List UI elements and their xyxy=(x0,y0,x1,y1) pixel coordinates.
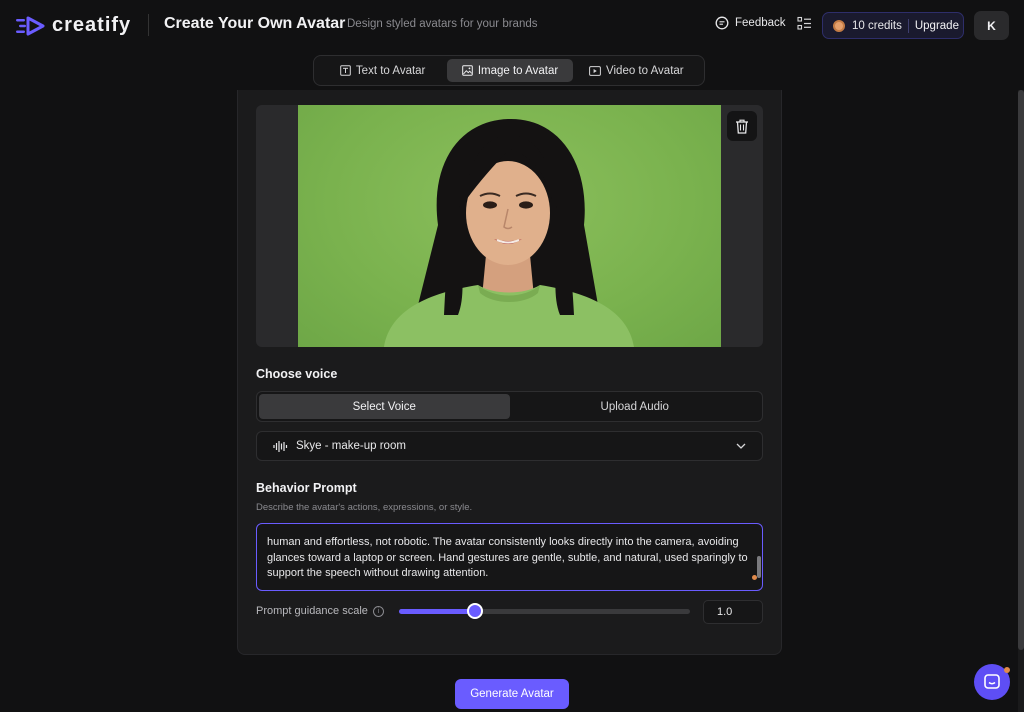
notification-dot xyxy=(1004,667,1010,673)
slider-fill xyxy=(399,609,475,614)
credits-box: 10 credits Upgrade xyxy=(822,12,964,39)
generate-avatar-button[interactable]: Generate Avatar xyxy=(455,679,569,709)
chat-icon xyxy=(984,674,1000,689)
credits-divider xyxy=(907,18,909,33)
avatar-photo xyxy=(298,105,721,347)
logo-text: creatify xyxy=(52,14,132,36)
text-box-icon xyxy=(340,65,351,76)
trash-icon xyxy=(736,119,748,134)
tab-label: Text to Avatar xyxy=(355,64,426,77)
uploaded-image-preview xyxy=(256,105,763,347)
behavior-prompt-hint: Describe the avatar's actions, expressio… xyxy=(256,502,473,513)
voice-source-toggle: Select Voice Upload Audio xyxy=(256,391,763,422)
textarea-scrollbar[interactable] xyxy=(757,556,761,578)
image-icon xyxy=(462,65,473,76)
tab-image-to-avatar[interactable]: Image to Avatar xyxy=(447,59,573,82)
page-subtitle: Design styled avatars for your brands xyxy=(347,18,538,30)
top-bar: creatify Create Your Own Avatar Design s… xyxy=(0,0,1024,50)
tab-video-to-avatar[interactable]: Video to Avatar xyxy=(573,59,700,82)
user-avatar-button[interactable]: K xyxy=(974,11,1009,40)
upload-audio-option[interactable]: Upload Audio xyxy=(510,394,761,419)
tab-text-to-avatar[interactable]: Text to Avatar xyxy=(318,59,447,82)
chat-bubble-icon xyxy=(715,16,729,30)
credits-count: 10 credits xyxy=(852,19,902,32)
logo-mark-icon xyxy=(16,16,45,35)
feedback-button[interactable]: Feedback xyxy=(715,16,786,30)
tasks-list-icon[interactable] xyxy=(797,16,812,36)
mode-tabs: Text to Avatar Image to Avatar Video to … xyxy=(313,55,705,86)
behavior-prompt-heading: Behavior Prompt xyxy=(256,481,357,495)
choose-voice-heading: Choose voice xyxy=(256,367,338,381)
select-voice-option[interactable]: Select Voice xyxy=(259,394,510,419)
feedback-label: Feedback xyxy=(735,17,786,29)
guidance-scale-slider[interactable] xyxy=(399,603,690,619)
header-divider xyxy=(148,14,149,36)
video-icon xyxy=(589,65,601,76)
selected-voice-label: Skye - make-up room xyxy=(296,440,406,452)
guidance-scale-label-group: Prompt guidance scale i xyxy=(256,605,384,617)
slider-thumb[interactable] xyxy=(466,603,483,619)
waveform-icon xyxy=(273,440,288,452)
guidance-scale-value-input[interactable]: 1.0 xyxy=(703,600,763,624)
chevron-down-icon xyxy=(736,443,746,449)
coin-icon xyxy=(833,19,845,32)
delete-image-button[interactable] xyxy=(727,111,757,141)
tab-label: Video to Avatar xyxy=(606,64,684,77)
guidance-scale-label: Prompt guidance scale xyxy=(256,605,368,617)
voice-dropdown[interactable]: Skye - make-up room xyxy=(256,431,763,461)
info-icon[interactable]: i xyxy=(372,605,384,617)
portrait-illustration xyxy=(384,118,634,347)
logo[interactable]: creatify xyxy=(16,14,131,37)
page-scrollbar-thumb[interactable] xyxy=(1018,90,1024,650)
textarea-indicator-dot xyxy=(752,575,757,580)
upgrade-button[interactable]: Upgrade xyxy=(915,20,959,32)
behavior-prompt-textarea[interactable]: human and effortless, not robotic. The a… xyxy=(256,523,763,591)
page-title: Create Your Own Avatar xyxy=(164,15,346,32)
tab-label: Image to Avatar xyxy=(477,64,559,77)
